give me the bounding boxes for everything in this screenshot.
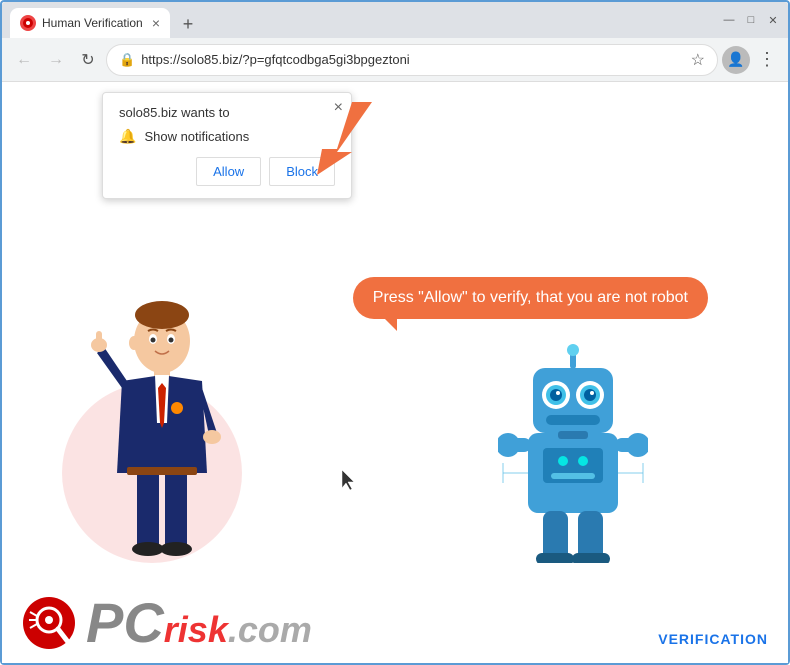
minimize-button[interactable]: —: [722, 13, 736, 27]
mouse-cursor: [342, 470, 354, 488]
bookmark-icon[interactable]: ☆: [691, 50, 705, 70]
active-tab[interactable]: Human Verification ×: [10, 8, 170, 38]
dotcom-label: .com: [228, 612, 312, 648]
back-button[interactable]: ←: [10, 46, 38, 74]
lock-icon: 🔒: [119, 52, 135, 68]
tab-area: Human Verification × +: [10, 2, 714, 38]
toolbar: ← → ↻ 🔒 https://solo85.biz/?p=gfqtcodbga…: [2, 38, 788, 82]
menu-button[interactable]: ⋮: [754, 45, 780, 74]
verification-label: VERIFICATION: [658, 631, 768, 647]
profile-icon: 👤: [727, 51, 744, 68]
maximize-button[interactable]: □: [744, 13, 758, 27]
bell-icon: 🔔: [119, 128, 136, 145]
tab-title: Human Verification: [42, 16, 146, 30]
pcrisk-logo-area: PC risk .com: [22, 595, 312, 651]
popup-notification-text: Show notifications: [144, 129, 249, 144]
title-bar: Human Verification × + — □ ✕: [2, 2, 788, 38]
forward-button[interactable]: →: [42, 46, 70, 74]
window-controls: — □ ✕: [714, 13, 780, 27]
address-bar[interactable]: 🔒 https://solo85.biz/?p=gfqtcodbga5gi3bp…: [106, 44, 718, 76]
pcrisk-logo-icon: [22, 596, 76, 650]
risk-label: risk: [164, 612, 228, 648]
allow-button[interactable]: Allow: [196, 157, 261, 186]
page-content: × solo85.biz wants to 🔔 Show notificatio…: [2, 82, 788, 663]
close-button[interactable]: ✕: [766, 13, 780, 27]
refresh-button[interactable]: ↻: [74, 46, 102, 74]
new-tab-button[interactable]: +: [174, 10, 202, 38]
url-text: https://solo85.biz/?p=gfqtcodbga5gi3bpge…: [141, 52, 684, 67]
speech-text: Press "Allow" to verify, that you are no…: [373, 289, 688, 306]
robot-character: [498, 343, 658, 563]
tab-favicon: [20, 15, 36, 31]
man-character: [82, 293, 242, 553]
tab-close-button[interactable]: ×: [152, 15, 160, 31]
profile-button[interactable]: 👤: [722, 46, 750, 74]
speech-bubble: Press "Allow" to verify, that you are no…: [353, 277, 708, 319]
browser-frame: Human Verification × + — □ ✕ ← → ↻ 🔒 htt…: [0, 0, 790, 665]
pc-label: PC: [86, 595, 164, 651]
pcrisk-text: PC risk .com: [86, 595, 312, 651]
